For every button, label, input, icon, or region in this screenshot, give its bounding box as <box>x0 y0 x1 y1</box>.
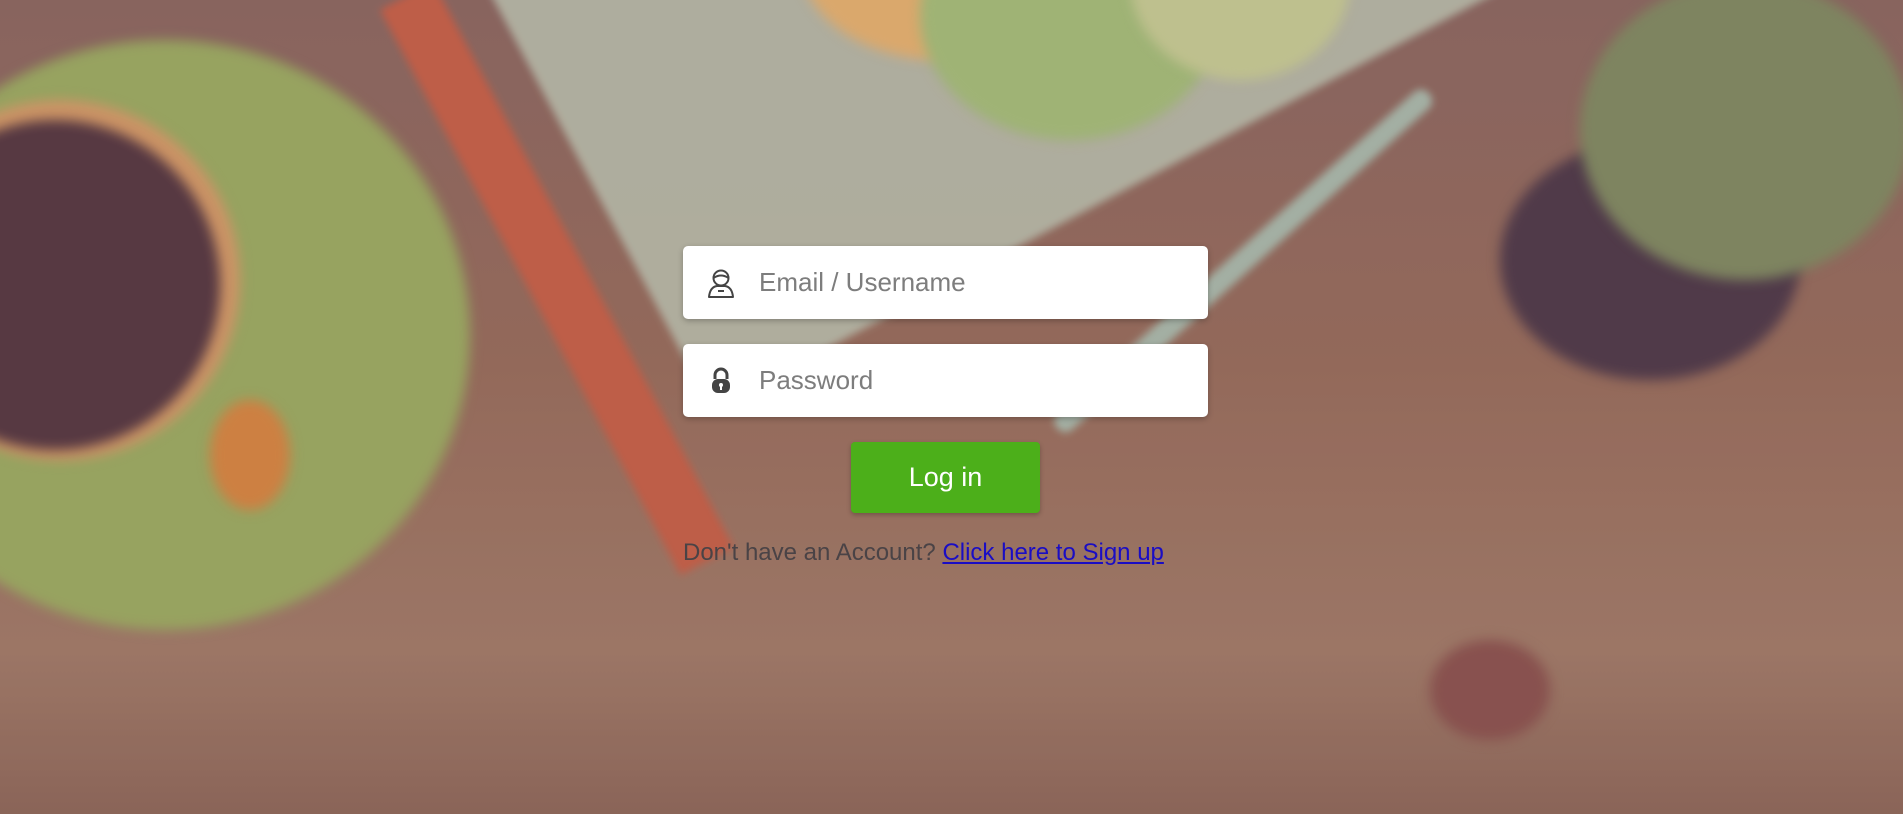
signup-row: Don't have an Account? Click here to Sig… <box>683 539 1208 567</box>
signup-link[interactable]: Click here to Sign up <box>942 539 1163 566</box>
username-input[interactable] <box>759 252 1189 313</box>
password-input[interactable] <box>759 350 1189 411</box>
button-row: Log in <box>683 442 1208 513</box>
login-button[interactable]: Log in <box>851 442 1040 513</box>
password-field <box>683 344 1208 417</box>
username-field <box>683 246 1208 319</box>
user-icon <box>683 246 759 319</box>
login-form: Log in Don't have an Account? Click here… <box>683 246 1208 567</box>
lock-icon <box>683 344 759 417</box>
signup-prompt: Don't have an Account? <box>683 539 936 566</box>
